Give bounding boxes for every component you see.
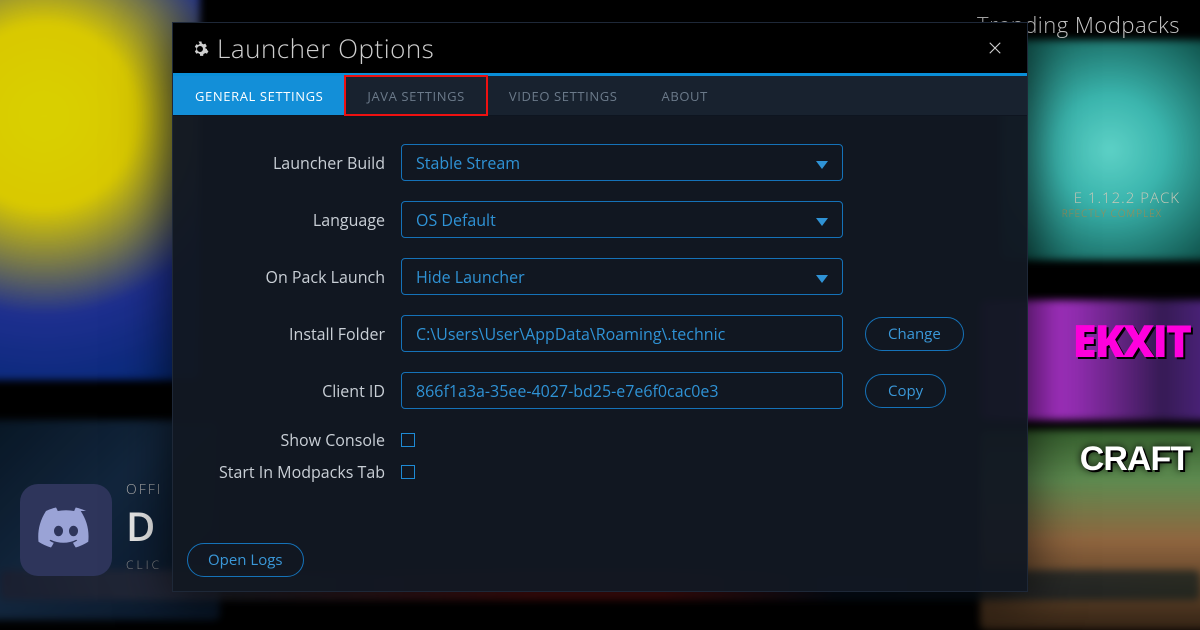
- gear-icon: [191, 40, 209, 58]
- language-select[interactable]: OS Default: [401, 201, 843, 238]
- start-in-modpacks-label: Start In Modpacks Tab: [193, 461, 401, 483]
- language-label: Language: [193, 209, 401, 231]
- modpack-tekkit-label: EKXIT: [1072, 310, 1190, 370]
- tab-java-settings[interactable]: JAVA SETTINGS: [345, 76, 487, 115]
- modpack-craft-label: CRAFT: [1080, 440, 1190, 479]
- d-partial-label: D: [126, 498, 156, 553]
- client-id-field[interactable]: [401, 372, 843, 409]
- launcher-build-value: Stable Stream: [416, 152, 520, 174]
- close-button[interactable]: [981, 34, 1009, 62]
- on-pack-launch-label: On Pack Launch: [193, 266, 401, 288]
- discord-icon[interactable]: [20, 484, 112, 576]
- modal-header: Launcher Options: [173, 23, 1027, 73]
- start-in-modpacks-checkbox[interactable]: [401, 465, 415, 479]
- on-pack-launch-value: Hide Launcher: [416, 266, 525, 288]
- client-id-input[interactable]: [416, 380, 828, 402]
- open-logs-button[interactable]: Open Logs: [187, 543, 304, 577]
- install-folder-input[interactable]: [416, 323, 828, 345]
- copy-button[interactable]: Copy: [865, 374, 946, 408]
- chevron-down-icon: [816, 152, 828, 174]
- pack-subtitle-label: RFECTLY COMPLEX: [1062, 206, 1162, 220]
- change-button[interactable]: Change: [865, 317, 964, 351]
- tabs-bar: GENERAL SETTINGS JAVA SETTINGS VIDEO SET…: [173, 76, 1027, 116]
- client-id-label: Client ID: [193, 380, 401, 402]
- launcher-build-label: Launcher Build: [193, 152, 401, 174]
- show-console-checkbox[interactable]: [401, 433, 415, 447]
- tab-video-settings[interactable]: VIDEO SETTINGS: [487, 76, 640, 115]
- tab-general-settings[interactable]: GENERAL SETTINGS: [173, 76, 345, 115]
- launcher-options-modal: Launcher Options GENERAL SETTINGS JAVA S…: [172, 22, 1028, 592]
- install-folder-field[interactable]: [401, 315, 843, 352]
- chevron-down-icon: [816, 209, 828, 231]
- launcher-build-select[interactable]: Stable Stream: [401, 144, 843, 181]
- pack-name-label: E 1.12.2 PACK: [1074, 188, 1180, 208]
- install-folder-label: Install Folder: [193, 323, 401, 345]
- click-partial-label: CLIC: [126, 556, 162, 573]
- show-console-label: Show Console: [193, 429, 401, 451]
- chevron-down-icon: [816, 266, 828, 288]
- tab-about[interactable]: ABOUT: [640, 76, 730, 115]
- official-partial-label: OFFI: [126, 480, 162, 499]
- modal-title: Launcher Options: [217, 30, 434, 66]
- language-value: OS Default: [416, 209, 496, 231]
- on-pack-launch-select[interactable]: Hide Launcher: [401, 258, 843, 295]
